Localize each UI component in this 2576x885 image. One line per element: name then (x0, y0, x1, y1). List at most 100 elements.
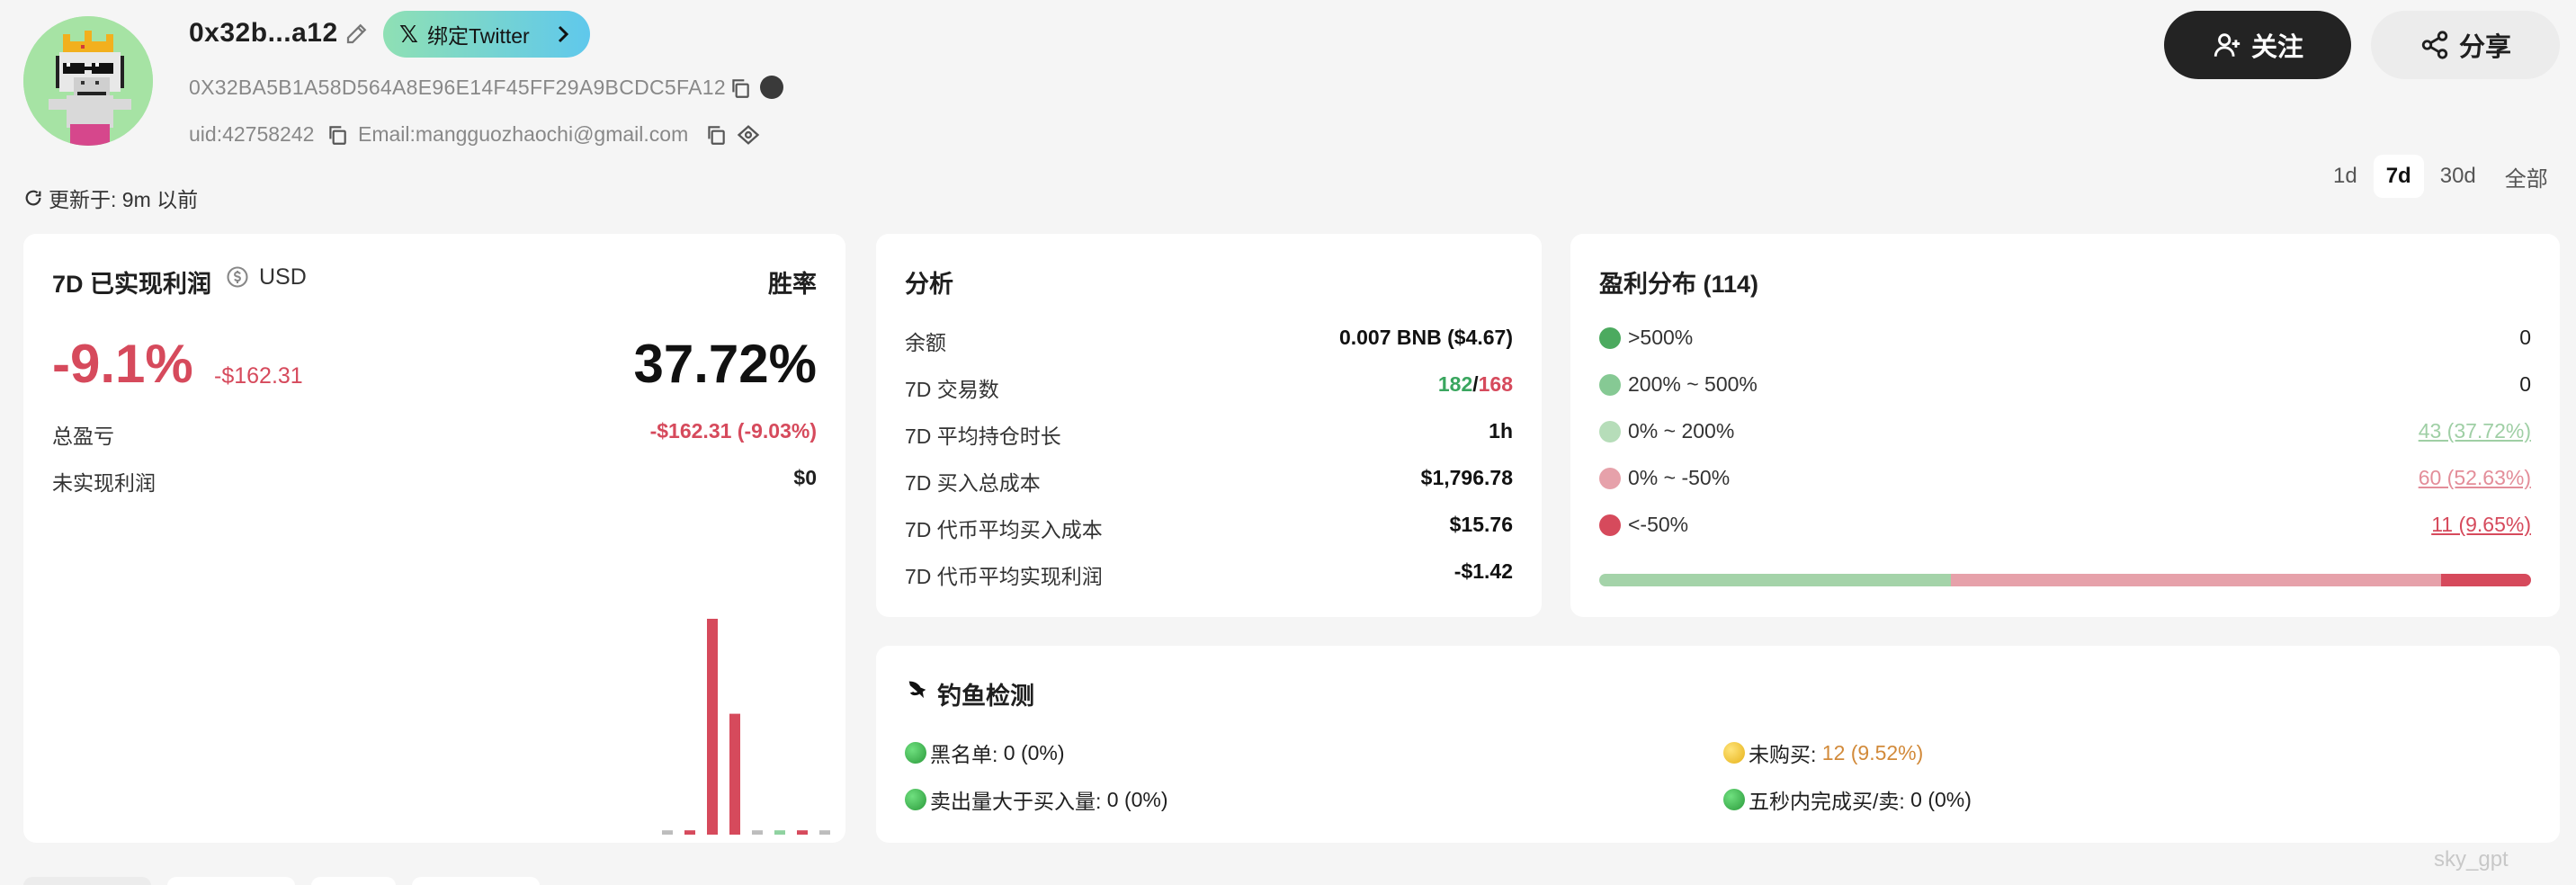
avg-realized-label: 7D 代币平均实现利润 (905, 565, 1103, 588)
pnl-bar (819, 830, 830, 835)
unrealized-label: 未实现利润 (52, 471, 156, 495)
fishhook-icon (908, 681, 926, 699)
copy-uid-icon[interactable] (326, 123, 349, 147)
green-status-icon (1723, 789, 1745, 810)
watermark: sky_gpt (2434, 847, 2509, 872)
dist-bar-segment-below-neg50 (2441, 574, 2531, 586)
phishing-card: 钓鱼检测 黑名单: 0 (0%) 卖出量大于买入量: 0 (0%) 未购买: 1… (876, 646, 2560, 843)
fast-trade-value: 0 (0%) (1910, 787, 1972, 811)
dist-label-below-neg50: <-50% (1628, 513, 1689, 536)
period-1d[interactable]: 1d (2321, 155, 2370, 198)
dist-value-500-plus: 0 (2519, 326, 2531, 349)
copy-email-icon[interactable] (704, 123, 728, 147)
total-pnl-label: 总盈亏 (52, 425, 114, 448)
balance-value: 0.007 BNB ($4.67) (1338, 326, 1513, 349)
pnl-usd: -$162.31 (214, 363, 303, 389)
dist-dot-200-500 (1599, 374, 1621, 396)
sell-gt-buy-label: 卖出量大于买入量: (930, 790, 1102, 813)
distribution-title: 盈利分布 (114) (1599, 271, 1759, 298)
dist-label-500-plus: >500% (1628, 326, 1694, 349)
pnl-bar (774, 830, 785, 835)
updated-label: 更新于: 9m 以前 (49, 188, 199, 211)
pnl-bar-chart (662, 619, 830, 835)
avg-buy-cost-value: $15.76 (1449, 513, 1513, 536)
dist-label-0-neg50: 0% ~ -50% (1628, 466, 1731, 489)
period-7d[interactable]: 7d (2373, 155, 2424, 198)
blacklist-value: 0 (0%) (1003, 740, 1065, 764)
address-short: 0x32b...a12 (189, 18, 338, 48)
share-button[interactable]: 分享 (2371, 11, 2560, 79)
bottom-tab[interactable] (23, 877, 151, 885)
analysis-card: 分析 余额 0.007 BNB ($4.67) 7D 交易数 182/168 7… (876, 234, 1542, 617)
avg-realized-value: -$1.42 (1453, 559, 1513, 583)
total-pnl-value: -$162.31 (-9.03%) (649, 419, 817, 442)
currency-switch-icon[interactable] (225, 264, 250, 290)
dist-dot-below-neg50 (1599, 514, 1621, 536)
bottom-tab[interactable] (412, 877, 540, 885)
pnl-bar (729, 713, 740, 835)
distribution-card: 盈利分布 (114) >500% 0 200% ~ 500% 0 0% ~ 20… (1570, 234, 2560, 617)
dist-dot-0-200 (1599, 421, 1621, 442)
avatar (23, 16, 153, 146)
pnl-percent: -9.1% (52, 334, 193, 394)
x-logo-icon: 𝕏 (399, 20, 418, 48)
share-icon (2421, 31, 2448, 59)
bottom-tab[interactable] (311, 877, 396, 885)
phishing-title: 钓鱼检测 (937, 683, 1034, 710)
dist-bar-segment-0-200 (1599, 574, 1951, 586)
pnl-bar (797, 830, 808, 835)
green-status-icon (905, 789, 926, 810)
follow-button[interactable]: 关注 (2164, 11, 2351, 79)
pnl-card: 7D 已实现利润 USD 胜率 -9.1% -$162.31 37.72% 总盈… (23, 234, 845, 843)
uid: uid:42758242 (189, 122, 315, 146)
unrealized-value: $0 (793, 466, 817, 489)
currency-label[interactable]: USD (259, 264, 307, 291)
pnl-bar (684, 830, 695, 835)
period-selector: 1d 7d 30d 全部 (2321, 155, 2561, 198)
chevron-right-icon (558, 25, 569, 43)
dist-dot-0-neg50 (1599, 468, 1621, 489)
dist-label-0-200: 0% ~ 200% (1628, 419, 1735, 442)
period-30d[interactable]: 30d (2428, 155, 2489, 198)
dist-value-200-500: 0 (2519, 372, 2531, 396)
analysis-title: 分析 (905, 271, 953, 298)
buy-cost-label: 7D 买入总成本 (905, 471, 1041, 495)
sell-gt-buy-check: 卖出量大于买入量: 0 (0%) (905, 784, 1168, 815)
period-all[interactable]: 全部 (2492, 155, 2561, 198)
fast-trade-label: 五秒内完成买/卖: (1749, 790, 1905, 813)
share-label: 分享 (2458, 33, 2511, 62)
balance-label: 余额 (905, 331, 946, 354)
pnl-bar (752, 830, 763, 835)
bind-twitter-label: 绑定Twitter (426, 24, 530, 48)
dist-value-below-neg50[interactable]: 11 (9.65%) (2431, 513, 2531, 537)
updated-status[interactable]: 更新于: 9m 以前 (23, 183, 198, 213)
dist-bar-segment-0-neg50 (1950, 574, 2441, 586)
winrate-value: 37.72% (633, 334, 818, 394)
bottom-tab[interactable] (167, 877, 295, 885)
copy-address-icon[interactable] (729, 76, 752, 100)
winrate-label: 胜率 (768, 271, 817, 298)
pnl-bar (662, 830, 673, 835)
edit-icon[interactable] (344, 20, 371, 47)
dist-label-200-500: 200% ~ 500% (1628, 372, 1758, 396)
full-address: 0X32BA5B1A58D564A8E96E14F45FF29A9BCDC5FA… (189, 76, 726, 99)
add-user-icon (2214, 33, 2241, 57)
sell-count: 168 (1478, 372, 1513, 396)
buy-count: 182 (1437, 372, 1473, 396)
not-bought-label: 未购买: (1749, 743, 1817, 766)
blacklist-check: 黑名单: 0 (0%) (905, 738, 1065, 768)
fast-trade-check: 五秒内完成买/卖: 0 (0%) (1723, 784, 1972, 815)
pnl-bar (707, 619, 718, 835)
avg-buy-cost-label: 7D 代币平均买入成本 (905, 518, 1103, 541)
buy-cost-value: $1,796.78 (1420, 466, 1513, 489)
dist-value-0-200[interactable]: 43 (37.72%) (2419, 419, 2531, 443)
eye-icon[interactable] (736, 122, 761, 148)
hold-time-value: 1h (1489, 419, 1513, 442)
chain-icon[interactable] (760, 76, 783, 99)
tx-count-value: 182/168 (1438, 372, 1513, 397)
email: Email:mangguozhaochi@gmail.com (358, 122, 689, 146)
dist-dot-500-plus (1599, 327, 1621, 349)
dist-value-0-neg50[interactable]: 60 (52.63%) (2419, 466, 2531, 490)
hold-time-label: 7D 平均持仓时长 (905, 425, 1061, 448)
bind-twitter-button[interactable]: 𝕏 绑定Twitter (383, 11, 590, 58)
